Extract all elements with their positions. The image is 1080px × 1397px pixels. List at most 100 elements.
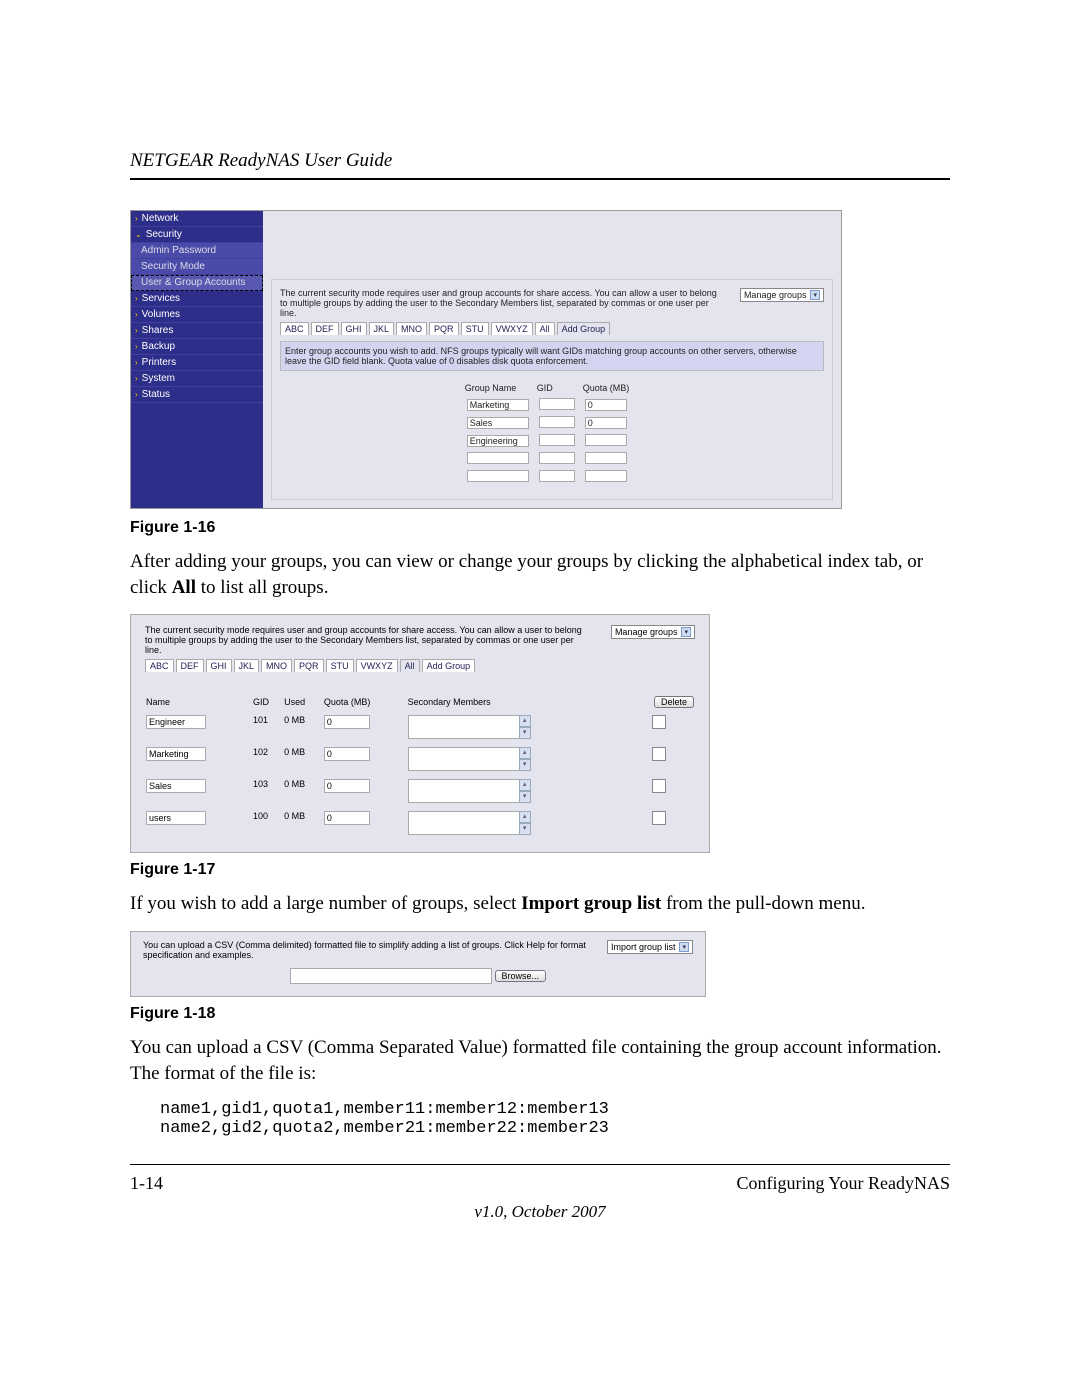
gid-input[interactable] bbox=[539, 434, 575, 446]
tab-jkl[interactable]: JKL bbox=[234, 659, 260, 672]
quota-input[interactable] bbox=[585, 470, 627, 482]
scroll-icon[interactable]: ▴▾ bbox=[519, 715, 531, 739]
sidebar-item-services[interactable]: › Services bbox=[131, 291, 263, 307]
tab-add-group[interactable]: Add Group bbox=[557, 322, 611, 335]
group-list-table: Name GID Used Quota (MB) Secondary Membe… bbox=[145, 690, 695, 842]
gid-value: 103 bbox=[252, 778, 283, 804]
tab-stu[interactable]: STU bbox=[461, 322, 489, 335]
alpha-tabs: ABC DEF GHI JKL MNO PQR STU VWXYZ All Ad… bbox=[280, 322, 824, 335]
tab-pqr[interactable]: PQR bbox=[294, 659, 324, 672]
tab-mno[interactable]: MNO bbox=[396, 322, 427, 335]
sidebar-item-volumes[interactable]: ›Volumes bbox=[131, 307, 263, 323]
figure-caption: Figure 1-16 bbox=[130, 519, 950, 537]
import-group-list-dropdown[interactable]: Import group list ▾ bbox=[607, 940, 693, 954]
sidebar-item-security[interactable]: ⌄ Security bbox=[131, 227, 263, 243]
name-input[interactable]: Engineer bbox=[146, 715, 206, 729]
gid-input[interactable] bbox=[539, 452, 575, 464]
members-input[interactable] bbox=[408, 779, 520, 803]
quota-input[interactable]: 0 bbox=[324, 747, 370, 761]
name-input[interactable]: users bbox=[146, 811, 206, 825]
delete-checkbox[interactable] bbox=[652, 811, 666, 825]
figure-caption: Figure 1-18 bbox=[130, 1005, 950, 1023]
table-row: Marketing 0 bbox=[463, 397, 642, 413]
scroll-icon[interactable]: ▴▾ bbox=[519, 779, 531, 803]
version-text: v1.0, October 2007 bbox=[130, 1202, 950, 1222]
group-name-input[interactable]: Sales bbox=[467, 417, 529, 429]
manage-groups-dropdown[interactable]: Manage groups ▾ bbox=[740, 288, 824, 302]
tab-mno[interactable]: MNO bbox=[261, 659, 292, 672]
sidebar-item-network[interactable]: ›Network bbox=[131, 211, 263, 227]
delete-checkbox[interactable] bbox=[652, 715, 666, 729]
figure-1-18: You can upload a CSV (Comma delimited) f… bbox=[130, 931, 706, 997]
tab-ghi[interactable]: GHI bbox=[206, 659, 232, 672]
section-title: Configuring Your ReadyNAS bbox=[736, 1173, 950, 1194]
group-name-input[interactable]: Engineering bbox=[467, 435, 529, 447]
tab-abc[interactable]: ABC bbox=[145, 659, 174, 672]
col-quota: Quota (MB) bbox=[581, 383, 642, 395]
sidebar-item-system[interactable]: ›System bbox=[131, 371, 263, 387]
quota-input[interactable] bbox=[585, 452, 627, 464]
sidebar-label: Services bbox=[142, 293, 180, 304]
group-name-input[interactable] bbox=[467, 452, 529, 464]
name-input[interactable]: Marketing bbox=[146, 747, 206, 761]
delete-button[interactable]: Delete bbox=[654, 696, 694, 708]
sidebar-item-status[interactable]: ›Status bbox=[131, 387, 263, 403]
sidebar-item-printers[interactable]: ›Printers bbox=[131, 355, 263, 371]
page-number: 1-14 bbox=[130, 1173, 163, 1194]
table-row: Sales 0 bbox=[463, 415, 642, 431]
gid-input[interactable] bbox=[539, 398, 575, 410]
quota-input[interactable]: 0 bbox=[324, 779, 370, 793]
col-used: Used bbox=[283, 696, 323, 708]
delete-checkbox[interactable] bbox=[652, 779, 666, 793]
gid-input[interactable] bbox=[539, 416, 575, 428]
sidebar-label: Security Mode bbox=[141, 261, 205, 272]
quota-input[interactable]: 0 bbox=[585, 399, 627, 411]
scroll-icon[interactable]: ▴▾ bbox=[519, 747, 531, 771]
tab-ghi[interactable]: GHI bbox=[341, 322, 367, 335]
sidebar-item-admin-password[interactable]: Admin Password bbox=[131, 243, 263, 259]
tab-all[interactable]: All bbox=[400, 659, 420, 672]
used-value: 0 MB bbox=[283, 714, 323, 740]
sidebar-item-security-mode[interactable]: Security Mode bbox=[131, 259, 263, 275]
tab-all[interactable]: All bbox=[535, 322, 555, 335]
chevron-right-icon: › bbox=[135, 310, 138, 319]
quota-input[interactable]: 0 bbox=[585, 417, 627, 429]
paragraph-1: After adding your groups, you can view o… bbox=[130, 549, 950, 600]
sidebar-item-user-group-accounts[interactable]: User & Group Accounts bbox=[131, 275, 263, 291]
main-panel: The current security mode requires user … bbox=[263, 211, 841, 508]
tab-abc[interactable]: ABC bbox=[280, 322, 309, 335]
tab-add-group[interactable]: Add Group bbox=[422, 659, 476, 672]
delete-checkbox[interactable] bbox=[652, 747, 666, 761]
sidebar-nav: ›Network ⌄ Security Admin Password Securi… bbox=[131, 211, 263, 508]
sidebar-item-backup[interactable]: ›Backup bbox=[131, 339, 263, 355]
members-input[interactable] bbox=[408, 715, 520, 739]
tab-jkl[interactable]: JKL bbox=[369, 322, 395, 335]
manage-groups-dropdown[interactable]: Manage groups ▾ bbox=[611, 625, 695, 639]
add-group-table: Group Name GID Quota (MB) Marketing0 Sal… bbox=[461, 381, 644, 487]
scroll-icon[interactable]: ▴▾ bbox=[519, 811, 531, 835]
tab-def[interactable]: DEF bbox=[176, 659, 204, 672]
members-input[interactable] bbox=[408, 747, 520, 771]
tab-vwxyz[interactable]: VWXYZ bbox=[356, 659, 398, 672]
gid-input[interactable] bbox=[539, 470, 575, 482]
chevron-right-icon: › bbox=[135, 294, 138, 303]
group-name-input[interactable] bbox=[467, 470, 529, 482]
members-input[interactable] bbox=[408, 811, 520, 835]
dropdown-arrow-icon: ▾ bbox=[679, 942, 689, 952]
tab-stu[interactable]: STU bbox=[326, 659, 354, 672]
quota-input[interactable] bbox=[585, 434, 627, 446]
sidebar-label: Security bbox=[146, 229, 182, 240]
group-name-input[interactable]: Marketing bbox=[467, 399, 529, 411]
name-input[interactable]: Sales bbox=[146, 779, 206, 793]
sidebar-item-shares[interactable]: ›Shares bbox=[131, 323, 263, 339]
file-path-input[interactable] bbox=[290, 968, 492, 984]
tab-pqr[interactable]: PQR bbox=[429, 322, 459, 335]
tab-def[interactable]: DEF bbox=[311, 322, 339, 335]
chevron-right-icon: › bbox=[135, 326, 138, 335]
browse-button[interactable]: Browse... bbox=[495, 970, 547, 982]
quota-input[interactable]: 0 bbox=[324, 811, 370, 825]
header-rule bbox=[130, 178, 950, 180]
quota-input[interactable]: 0 bbox=[324, 715, 370, 729]
tab-vwxyz[interactable]: VWXYZ bbox=[491, 322, 533, 335]
chevron-down-icon: ⌄ bbox=[135, 230, 142, 239]
